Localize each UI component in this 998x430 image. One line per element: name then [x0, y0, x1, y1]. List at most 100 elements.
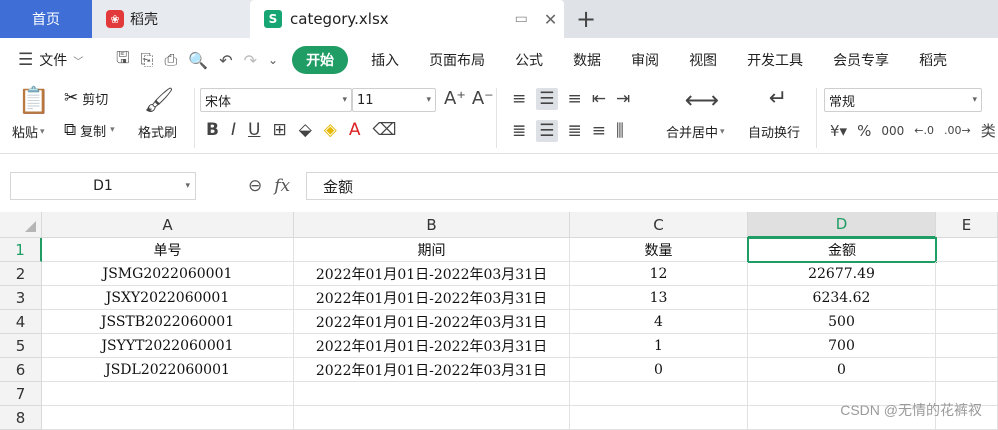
new-tab-button[interactable]: + — [564, 0, 608, 38]
paste-button[interactable]: 粘贴 ▾ — [12, 122, 45, 141]
align-bottom-icon[interactable]: ≡ — [568, 89, 582, 109]
name-box[interactable]: D1 ▾ — [10, 172, 196, 200]
row-header-8[interactable]: 8 — [0, 406, 42, 430]
cell-d2[interactable]: 22677.49 — [748, 262, 936, 286]
select-all-corner[interactable] — [0, 212, 42, 238]
menu-member[interactable]: 会员专享 — [818, 50, 904, 70]
fx-icon[interactable]: fx — [274, 176, 290, 196]
cell-b7[interactable] — [294, 382, 570, 406]
customize-dropdown-icon[interactable]: ⌄ — [268, 53, 278, 67]
menu-insert[interactable]: 插入 — [356, 50, 414, 70]
restore-window-icon[interactable]: ▭ — [515, 11, 528, 27]
cell-a6[interactable]: JSDL2022060001 — [42, 358, 294, 382]
increase-font-icon[interactable]: A⁺ — [444, 88, 466, 109]
justify-icon[interactable]: ≡ — [592, 121, 606, 141]
cell-d5[interactable]: 700 — [748, 334, 936, 358]
close-tab-icon[interactable]: ✕ — [544, 10, 557, 29]
cell-a5[interactable]: JSYYT2022060001 — [42, 334, 294, 358]
cell-e4[interactable] — [936, 310, 998, 334]
column-header-a[interactable]: A — [42, 212, 294, 238]
cell-b4[interactable]: 2022年01月01日-2022年03月31日 — [294, 310, 570, 334]
tab-file[interactable]: S category.xlsx ▭ ✕ — [250, 0, 564, 38]
cell-c3[interactable]: 13 — [570, 286, 748, 310]
align-right-icon[interactable]: ≣ — [568, 121, 582, 141]
file-menu[interactable]: ☰ 文件 ﹀ — [0, 50, 108, 70]
merge-icon[interactable]: ⟷ — [684, 86, 720, 114]
wrap-text-icon[interactable]: ↵ — [760, 86, 796, 111]
align-center-icon[interactable]: ☰ — [536, 120, 558, 142]
bold-icon[interactable]: B — [206, 120, 219, 140]
cell-d1[interactable]: 金额 — [747, 237, 937, 263]
menu-view[interactable]: 视图 — [674, 50, 732, 70]
row-header-1[interactable]: 1 — [0, 238, 42, 262]
percent-icon[interactable]: % — [857, 122, 871, 140]
cell-b8[interactable] — [294, 406, 570, 430]
decrease-indent-icon[interactable]: ⇤ — [592, 89, 606, 109]
format-painter-button[interactable]: 格式刷 — [138, 122, 177, 141]
export-icon[interactable]: ⎘ — [141, 50, 154, 70]
column-header-d[interactable]: D — [748, 212, 936, 238]
redo-icon[interactable]: ↷ — [244, 51, 257, 70]
italic-icon[interactable]: I — [231, 120, 236, 140]
tab-docer[interactable]: ❀ 稻壳 — [92, 0, 250, 38]
print-icon[interactable]: ⎙ — [164, 50, 177, 70]
cell-c4[interactable]: 4 — [570, 310, 748, 334]
font-name-select[interactable]: 宋体 ▾ — [200, 88, 352, 112]
clear-format-icon[interactable]: ⌫ — [372, 120, 396, 140]
cell-b5[interactable]: 2022年01月01日-2022年03月31日 — [294, 334, 570, 358]
zoom-formula-icon[interactable]: ⊖ — [248, 176, 262, 196]
decrease-font-icon[interactable]: A⁻ — [472, 88, 494, 109]
cell-b1[interactable]: 期间 — [294, 238, 570, 262]
cell-b2[interactable]: 2022年01月01日-2022年03月31日 — [294, 262, 570, 286]
tab-home[interactable]: 首页 — [0, 0, 92, 38]
wrap-text-button[interactable]: 自动换行 — [748, 122, 800, 141]
thousands-separator-icon[interactable]: 000 — [881, 124, 904, 138]
column-header-c[interactable]: C — [570, 212, 748, 238]
align-middle-icon[interactable]: ☰ — [536, 88, 558, 110]
menu-docer[interactable]: 稻壳 — [904, 50, 962, 70]
cell-e2[interactable] — [936, 262, 998, 286]
cell-a7[interactable] — [42, 382, 294, 406]
align-left-icon[interactable]: ≣ — [512, 121, 526, 141]
cell-e3[interactable] — [936, 286, 998, 310]
highlight-icon[interactable]: ◈ — [324, 120, 337, 140]
increase-decimal-icon[interactable]: ←.0 — [914, 124, 934, 137]
column-header-b[interactable]: B — [294, 212, 570, 238]
print-preview-icon[interactable]: 🔍 — [188, 51, 208, 70]
menu-review[interactable]: 审阅 — [616, 50, 674, 70]
cell-c2[interactable]: 12 — [570, 262, 748, 286]
cell-a1[interactable]: 单号 — [42, 238, 294, 262]
menu-home[interactable]: 开始 — [292, 46, 349, 74]
column-header-e[interactable]: E — [936, 212, 998, 238]
cell-d3[interactable]: 6234.62 — [748, 286, 936, 310]
formula-input[interactable]: 金额 — [306, 172, 998, 200]
cell-c5[interactable]: 1 — [570, 334, 748, 358]
cell-a2[interactable]: JSMG2022060001 — [42, 262, 294, 286]
border-icon[interactable]: ⊞ — [272, 120, 286, 140]
currency-icon[interactable]: ¥▾ — [830, 122, 847, 140]
align-top-icon[interactable]: ≡ — [512, 89, 526, 109]
paste-icon[interactable]: 📋 — [14, 86, 54, 116]
distribute-icon[interactable]: ⫼ — [616, 121, 624, 141]
underline-icon[interactable]: U — [248, 120, 260, 140]
row-header-3[interactable]: 3 — [0, 286, 42, 310]
save-icon[interactable]: 🖫 — [116, 47, 130, 74]
cell-a4[interactable]: JSSTB2022060001 — [42, 310, 294, 334]
font-color-icon[interactable]: A — [349, 120, 361, 140]
cut-button[interactable]: ✂ 剪切 — [64, 88, 108, 108]
menu-developer[interactable]: 开发工具 — [732, 50, 818, 70]
fill-color-icon[interactable]: ⬙ — [299, 120, 312, 140]
copy-button[interactable]: ⧉ 复制 ▾ — [64, 120, 115, 140]
menu-formulas[interactable]: 公式 — [500, 50, 558, 70]
cell-d6[interactable]: 0 — [748, 358, 936, 382]
row-header-7[interactable]: 7 — [0, 382, 42, 406]
undo-icon[interactable]: ↶ — [219, 51, 232, 70]
font-size-select[interactable]: 11 ▾ — [352, 88, 436, 112]
row-header-2[interactable]: 2 — [0, 262, 42, 286]
menu-data[interactable]: 数据 — [558, 50, 616, 70]
increase-indent-icon[interactable]: ⇥ — [616, 89, 630, 109]
cell-a8[interactable] — [42, 406, 294, 430]
cell-c8[interactable] — [570, 406, 748, 430]
row-header-5[interactable]: 5 — [0, 334, 42, 358]
cell-b3[interactable]: 2022年01月01日-2022年03月31日 — [294, 286, 570, 310]
